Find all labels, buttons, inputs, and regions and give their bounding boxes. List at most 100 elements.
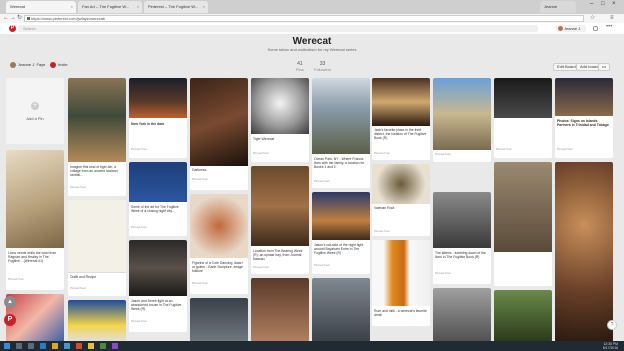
pin-card[interactable]: Lions needs while the wind from Ragnarr … bbox=[6, 150, 64, 290]
app-icon[interactable] bbox=[76, 343, 82, 349]
board-owner[interactable]: Jeanne J. Faye bbox=[10, 62, 45, 68]
add-pin-card[interactable]: + Add a Pin bbox=[6, 78, 64, 144]
pin-card[interactable] bbox=[312, 278, 370, 342]
pin-image[interactable] bbox=[555, 78, 613, 116]
pin-image[interactable] bbox=[6, 150, 64, 248]
pin-card[interactable] bbox=[494, 162, 552, 286]
start-icon[interactable] bbox=[4, 343, 10, 349]
more-options-button[interactable]: ••• bbox=[598, 63, 611, 71]
pin-image[interactable] bbox=[433, 288, 491, 342]
browser-tab-strip: Werecat × Fan Art – The Fugitive W... × … bbox=[0, 0, 624, 14]
pin-image[interactable] bbox=[494, 78, 552, 118]
store-icon[interactable] bbox=[64, 343, 70, 349]
pin-image[interactable] bbox=[372, 240, 430, 306]
pin-image[interactable] bbox=[312, 192, 370, 240]
pin-card[interactable] bbox=[433, 288, 491, 342]
pin-card[interactable]: Rum and milk - a werecat's favorite drin… bbox=[372, 240, 430, 326]
pin-image[interactable] bbox=[129, 78, 187, 118]
pin-image[interactable] bbox=[251, 166, 309, 246]
back-icon[interactable]: ← bbox=[3, 14, 9, 23]
pin-card[interactable]: Ocean Park, NY - Where Francis lives wit… bbox=[312, 78, 370, 188]
board-title: Werecat bbox=[292, 36, 332, 47]
user-profile-button[interactable]: Jeanne J. bbox=[556, 25, 586, 32]
reload-icon[interactable]: ↻ bbox=[17, 14, 22, 23]
close-icon[interactable]: × bbox=[203, 1, 205, 13]
pin-card[interactable]: Jason and Derek fight at an abandoned ho… bbox=[129, 240, 187, 332]
scroll-up-icon[interactable]: ▲ bbox=[4, 296, 16, 308]
pin-card[interactable]: The kittens - tumbling down of the lions… bbox=[433, 192, 491, 284]
pin-image[interactable] bbox=[251, 278, 309, 342]
pin-card[interactable]: Pinned from bbox=[433, 78, 491, 162]
browser-tab-pinterest[interactable]: Pinterest – The Fugitive W... × bbox=[144, 1, 208, 13]
pin-image[interactable] bbox=[555, 162, 613, 342]
minimize-icon[interactable]: – bbox=[590, 1, 593, 7]
pinterest-logo-icon[interactable]: P bbox=[9, 25, 16, 32]
search-input[interactable]: Search bbox=[18, 25, 538, 32]
app-icon[interactable] bbox=[100, 343, 106, 349]
pin-card[interactable]: Jack's favorite place in the thrift dist… bbox=[372, 78, 430, 160]
pin-image[interactable] bbox=[251, 78, 309, 134]
browser-tab-werecat[interactable]: Werecat × bbox=[6, 1, 76, 13]
pin-image[interactable] bbox=[312, 278, 370, 342]
folder-icon[interactable] bbox=[52, 343, 58, 349]
pin-image[interactable] bbox=[190, 298, 248, 342]
pin-card[interactable]: Pinned from bbox=[494, 78, 552, 158]
pin-image[interactable] bbox=[433, 192, 491, 248]
task-view-icon[interactable] bbox=[28, 343, 34, 349]
system-clock[interactable]: 12:30 PM 8/17/2016 bbox=[603, 342, 618, 350]
pin-source: Pinned from bbox=[253, 151, 270, 155]
search-icon[interactable] bbox=[16, 343, 22, 349]
pin-image[interactable] bbox=[68, 300, 126, 342]
pin-image[interactable] bbox=[433, 78, 491, 150]
pin-card[interactable]: Valerian Root Pinned from bbox=[372, 164, 430, 236]
pinterest-save-icon[interactable]: P bbox=[4, 314, 16, 326]
edge-icon[interactable] bbox=[40, 343, 46, 349]
pin-card[interactable]: New York in the dark Pinned from bbox=[129, 78, 187, 158]
avatar bbox=[10, 62, 16, 68]
pin-card[interactable]: Tiger Werecat Pinned from bbox=[251, 78, 309, 162]
star-icon[interactable]: ☆ bbox=[590, 14, 595, 23]
browser-tab-fanart[interactable]: Fan Art – The Fugitive W... × bbox=[78, 1, 142, 13]
pin-card[interactable] bbox=[190, 298, 248, 342]
profile-chip[interactable]: Jeanne bbox=[540, 1, 576, 13]
notifications-icon[interactable] bbox=[593, 26, 598, 31]
close-window-icon[interactable]: × bbox=[612, 1, 616, 7]
close-icon[interactable]: × bbox=[137, 1, 139, 13]
menu-icon[interactable]: ≡ bbox=[610, 14, 614, 23]
pin-card[interactable]: Darkness Pinned from bbox=[190, 78, 248, 190]
pin-image[interactable] bbox=[190, 78, 248, 166]
pin-card[interactable]: Outfit and Recipe Pinned from bbox=[68, 200, 126, 296]
invite-button[interactable]: Invite bbox=[50, 62, 68, 68]
pin-card[interactable] bbox=[251, 278, 309, 342]
url-field[interactable]: https://www.pinterest.com/jwfaye/werecat… bbox=[24, 15, 584, 22]
pin-image[interactable] bbox=[68, 200, 126, 273]
pin-caption: Rum and milk - a werecat's favorite drin… bbox=[374, 309, 427, 317]
pin-card[interactable]: Location from The Bearing Week (R): an u… bbox=[251, 166, 309, 274]
chrome-icon[interactable] bbox=[88, 343, 94, 349]
stat-followers[interactable]: 33 Followers bbox=[314, 61, 331, 72]
app-icon[interactable] bbox=[112, 343, 118, 349]
pin-card[interactable]: Photos: Signs on Islands Partners in Tri… bbox=[555, 78, 613, 158]
more-icon[interactable]: ••• bbox=[606, 24, 612, 30]
pin-card[interactable]: Jason's cat-side of the night fight arou… bbox=[312, 192, 370, 274]
pin-image[interactable] bbox=[372, 78, 430, 126]
close-icon[interactable]: × bbox=[71, 1, 73, 13]
stat-pins[interactable]: 41 Pins bbox=[296, 61, 304, 72]
pin-image[interactable] bbox=[312, 78, 370, 154]
maximize-icon[interactable]: □ bbox=[601, 1, 605, 7]
pin-image[interactable] bbox=[190, 194, 248, 258]
pin-card[interactable]: Figurine of a Cute Dancing, dwarf or gol… bbox=[190, 194, 248, 294]
pin-image[interactable] bbox=[68, 78, 126, 162]
pin-card[interactable]: Some of the art for The Fugitive Week of… bbox=[129, 162, 187, 236]
help-icon[interactable]: ? bbox=[607, 320, 617, 330]
pin-image[interactable] bbox=[129, 162, 187, 202]
pin-image[interactable] bbox=[494, 290, 552, 342]
pin-image[interactable] bbox=[129, 240, 187, 296]
pin-card[interactable] bbox=[68, 300, 126, 342]
pin-card[interactable] bbox=[494, 290, 552, 342]
pin-card[interactable] bbox=[555, 162, 613, 342]
forward-icon[interactable]: → bbox=[10, 14, 16, 23]
pin-card[interactable]: Imagine this kind of tiger-ish, a collag… bbox=[68, 78, 126, 196]
pin-image[interactable] bbox=[494, 162, 552, 252]
pin-image[interactable] bbox=[372, 164, 430, 204]
